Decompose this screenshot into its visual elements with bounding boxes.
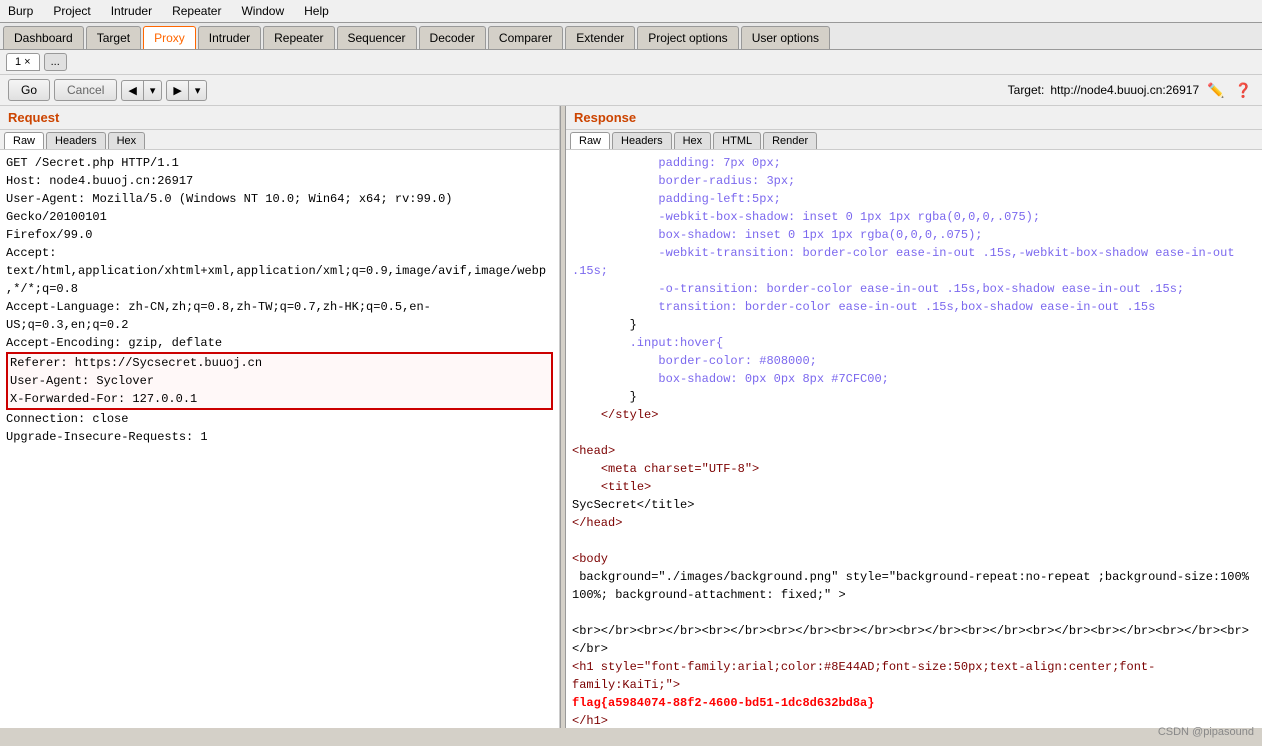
watermark: CSDN @pipasound (1158, 726, 1254, 738)
request-line: Host: node4.buuoj.cn:26917 (6, 172, 553, 190)
response-line: transition: border-color ease-in-out .15… (572, 300, 1155, 314)
response-line: border-radius: 3px; (572, 174, 795, 188)
toolbar: Go Cancel ◀ ▾ ▶ ▾ Target: http://node4.b… (0, 75, 1262, 106)
response-line: </head> (572, 516, 622, 530)
response-content[interactable]: padding: 7px 0px; border-radius: 3px; pa… (566, 150, 1262, 728)
response-line: <title> (572, 480, 651, 494)
response-panel-header: Response (566, 106, 1262, 130)
forward-button[interactable]: ▶ (166, 80, 187, 101)
back-button[interactable]: ◀ (121, 80, 142, 101)
response-line: <br></br><br></br><br></br><br></br><br>… (572, 624, 1249, 656)
response-title: Response (574, 110, 636, 125)
response-line: SycSecret</title> (572, 498, 694, 512)
response-line: </h1> (572, 714, 608, 728)
menu-window[interactable]: Window (237, 2, 288, 20)
back-nav-group: ◀ ▾ (121, 80, 162, 101)
menu-project[interactable]: Project (49, 2, 94, 20)
response-tab-html[interactable]: HTML (713, 132, 761, 149)
main-content: Request Raw Headers Hex GET /Secret.php … (0, 106, 1262, 728)
response-line: } (572, 318, 637, 332)
response-tab-render[interactable]: Render (763, 132, 817, 149)
response-line: .input:hover{ (572, 336, 723, 350)
request-line: Upgrade-Insecure-Requests: 1 (6, 428, 553, 446)
response-line: -o-transition: border-color ease-in-out … (572, 282, 1184, 296)
request-panel: Request Raw Headers Hex GET /Secret.php … (0, 106, 560, 728)
forward-dropdown-button[interactable]: ▾ (188, 80, 208, 101)
request-content[interactable]: GET /Secret.php HTTP/1.1Host: node4.buuo… (0, 150, 559, 728)
response-line: </style> (572, 408, 658, 422)
main-tab-bar: Dashboard Target Proxy Intruder Repeater… (0, 23, 1262, 50)
response-line: <meta charset="UTF-8"> (572, 462, 759, 476)
response-line: -webkit-transition: border-color ease-in… (572, 246, 1242, 278)
response-line: } (572, 390, 637, 404)
repeater-tab-more[interactable]: ... (44, 53, 67, 71)
request-tab-headers[interactable]: Headers (46, 132, 106, 149)
response-tab-hex[interactable]: Hex (674, 132, 712, 149)
request-line: Referer: https://Sycsecret.buuoj.cn (10, 354, 549, 372)
tab-project-options[interactable]: Project options (637, 26, 738, 49)
response-line: -webkit-box-shadow: inset 0 1px 1px rgba… (572, 210, 1040, 224)
help-button[interactable]: ❓ (1233, 80, 1254, 101)
edit-target-button[interactable]: ✏️ (1205, 80, 1226, 101)
response-tab-raw[interactable]: Raw (570, 132, 610, 149)
request-line: Connection: close (6, 410, 553, 428)
menu-burp[interactable]: Burp (4, 2, 37, 20)
cancel-button[interactable]: Cancel (54, 79, 117, 101)
target-url: http://node4.buuoj.cn:26917 (1050, 83, 1199, 97)
menu-bar: Burp Project Intruder Repeater Window He… (0, 0, 1262, 23)
tab-proxy[interactable]: Proxy (143, 26, 196, 49)
menu-repeater[interactable]: Repeater (168, 2, 225, 20)
tab-intruder[interactable]: Intruder (198, 26, 261, 49)
forward-nav-group: ▶ ▾ (166, 80, 207, 101)
target-info: Target: http://node4.buuoj.cn:26917 ✏️ ❓ (1008, 80, 1254, 101)
request-line: User-Agent: Syclover (10, 372, 549, 390)
tab-sequencer[interactable]: Sequencer (337, 26, 417, 49)
go-button[interactable]: Go (8, 79, 50, 101)
request-line: Accept: (6, 244, 553, 262)
tab-decoder[interactable]: Decoder (419, 26, 486, 49)
menu-intruder[interactable]: Intruder (107, 2, 156, 20)
request-tab-hex[interactable]: Hex (108, 132, 146, 149)
request-tabs: Raw Headers Hex (0, 130, 559, 150)
menu-help[interactable]: Help (300, 2, 333, 20)
response-line: <body (572, 552, 608, 566)
response-line: <head> (572, 444, 615, 458)
request-line: User-Agent: Mozilla/5.0 (Windows NT 10.0… (6, 190, 553, 226)
request-line: Accept-Encoding: gzip, deflate (6, 334, 553, 352)
tab-extender[interactable]: Extender (565, 26, 635, 49)
tab-user-options[interactable]: User options (741, 26, 830, 49)
response-line: padding: 7px 0px; (572, 156, 781, 170)
request-line: GET /Secret.php HTTP/1.1 (6, 154, 553, 172)
request-line: X-Forwarded-For: 127.0.0.1 (10, 390, 549, 408)
response-tab-headers[interactable]: Headers (612, 132, 672, 149)
back-dropdown-button[interactable]: ▾ (143, 80, 163, 101)
tab-comparer[interactable]: Comparer (488, 26, 563, 49)
response-panel: Response Raw Headers Hex HTML Render pad… (566, 106, 1262, 728)
target-label: Target: (1008, 83, 1045, 97)
request-tab-raw[interactable]: Raw (4, 132, 44, 149)
response-tabs: Raw Headers Hex HTML Render (566, 130, 1262, 150)
response-line: <h1 style="font-family:arial;color:#8E44… (572, 660, 1155, 692)
response-line: flag{a5984074-88f2-4600-bd51-1dc8d632bd8… (572, 696, 874, 710)
response-line: padding-left:5px; (572, 192, 781, 206)
tab-dashboard[interactable]: Dashboard (3, 26, 84, 49)
response-line: background="./images/background.png" sty… (572, 570, 1256, 602)
repeater-tab-1[interactable]: 1 × (6, 53, 40, 71)
request-panel-header: Request (0, 106, 559, 130)
response-line: box-shadow: inset 0 1px 1px rgba(0,0,0,.… (572, 228, 982, 242)
response-line: box-shadow: 0px 0px 8px #7CFC00; (572, 372, 889, 386)
tab-repeater[interactable]: Repeater (263, 26, 334, 49)
response-line: border-color: #808000; (572, 354, 817, 368)
request-line: Firefox/99.0 (6, 226, 553, 244)
request-line: text/html,application/xhtml+xml,applicat… (6, 262, 553, 298)
repeater-tab-row: 1 × ... (0, 50, 1262, 75)
request-title: Request (8, 110, 59, 125)
tab-target[interactable]: Target (86, 26, 141, 49)
request-line: Accept-Language: zh-CN,zh;q=0.8,zh-TW;q=… (6, 298, 553, 334)
